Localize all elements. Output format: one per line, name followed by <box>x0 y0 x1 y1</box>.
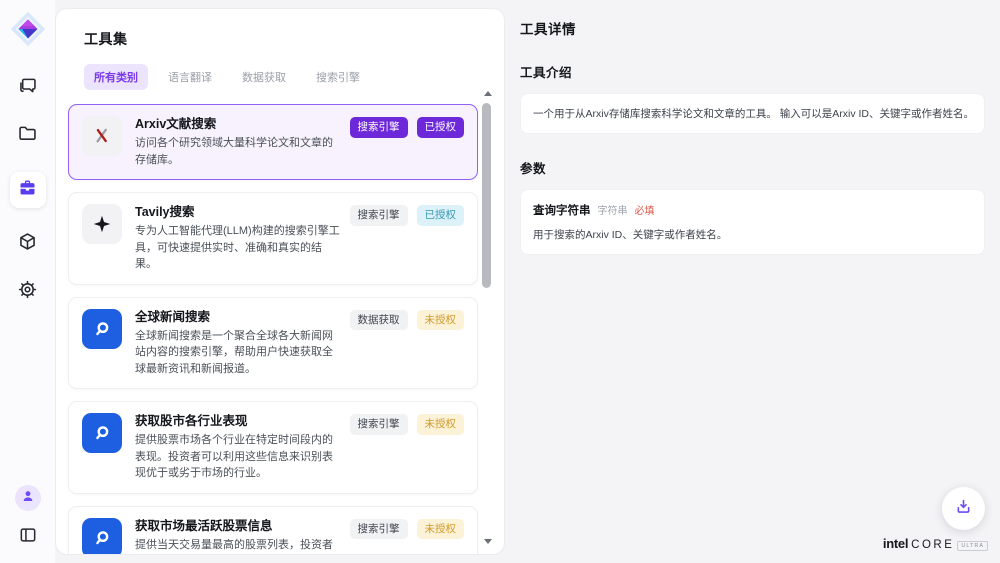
category-badge: 搜索引擎 <box>350 205 408 226</box>
app-logo-icon[interactable] <box>9 10 47 48</box>
sidebar-item-chat[interactable] <box>16 76 40 100</box>
folder-icon <box>17 123 38 149</box>
sidebar-item-tools[interactable] <box>10 172 46 208</box>
category-badge: 搜索引擎 <box>350 117 408 138</box>
sidebar-item-files[interactable] <box>16 124 40 148</box>
scroll-up-arrow-icon[interactable] <box>484 91 492 96</box>
tool-title: 获取股市各行业表现 <box>135 413 342 430</box>
tool-description: 提供当天交易量最高的股票列表，投资者可以利用这些信息来识别流动性强的股票和潜在的… <box>135 537 342 556</box>
tool-title: 全球新闻搜索 <box>135 309 342 326</box>
params-heading: 参数 <box>520 158 985 177</box>
download-button[interactable] <box>942 487 985 530</box>
user-icon <box>20 488 36 509</box>
tool-title: Arxiv文献搜索 <box>135 116 342 133</box>
sidebar-item-settings[interactable] <box>16 280 40 304</box>
account-avatar[interactable] <box>15 485 41 511</box>
auth-badge: 已授权 <box>417 205 465 226</box>
intro-text: 一个用于从Arxiv存储库搜索科学论文和文章的工具。 输入可以是Arxiv ID… <box>533 106 972 121</box>
intel-wordmark: intel <box>883 536 908 551</box>
scroll-down-arrow-icon[interactable] <box>484 539 492 544</box>
details-title: 工具详情 <box>520 18 985 38</box>
left-sidebar <box>0 0 55 563</box>
blue-search-icon <box>82 518 122 556</box>
param-description: 用于搜索的Arxiv ID、关键字或作者姓名。 <box>533 227 972 242</box>
category-badge: 搜索引擎 <box>350 519 408 540</box>
tool-card-active-stocks[interactable]: 获取市场最活跃股票信息 提供当天交易量最高的股票列表，投资者可以利用这些信息来识… <box>68 506 478 556</box>
chat-icon <box>17 75 38 101</box>
tavily-star-icon <box>82 204 122 244</box>
core-wordmark: core <box>911 539 954 551</box>
tool-card-tavily[interactable]: Tavily搜索 专为人工智能代理(LLM)构建的搜索引擎工具，可快速提供实时、… <box>68 192 478 285</box>
tool-list: Arxiv文献搜索 访问各个研究领域大量科学论文和文章的存储库。 搜索引擎 已授… <box>68 104 478 555</box>
ultra-badge: ultra <box>957 541 988 551</box>
param-card: 查询字符串 字符串 必填 用于搜索的Arxiv ID、关键字或作者姓名。 <box>520 189 985 255</box>
gear-icon <box>17 279 38 305</box>
auth-badge: 已授权 <box>417 117 465 138</box>
download-icon <box>954 497 973 521</box>
tab-data-fetch[interactable]: 数据获取 <box>232 64 296 90</box>
tool-card-arxiv[interactable]: Arxiv文献搜索 访问各个研究领域大量科学论文和文章的存储库。 搜索引擎 已授… <box>68 104 478 180</box>
tab-search-engine[interactable]: 搜索引擎 <box>306 64 370 90</box>
intro-heading: 工具介绍 <box>520 62 985 81</box>
sidebar-item-models[interactable] <box>16 232 40 256</box>
param-name: 查询字符串 <box>533 202 591 218</box>
category-tabs: 所有类别 语言翻译 数据获取 搜索引擎 <box>84 64 504 90</box>
cube-icon <box>17 231 38 257</box>
panel-layout-icon <box>18 525 38 550</box>
scrollbar-thumb[interactable] <box>482 103 491 288</box>
sidebar-toggle[interactable] <box>16 525 40 549</box>
arxiv-logo-icon <box>82 116 122 156</box>
auth-badge: 未授权 <box>417 310 465 331</box>
toolbox-icon <box>17 177 38 203</box>
list-scrollbar[interactable] <box>482 89 492 546</box>
intel-core-logo: intel core ultra <box>883 536 988 551</box>
category-badge: 数据获取 <box>350 310 408 331</box>
intro-card: 一个用于从Arxiv存储库搜索科学论文和文章的工具。 输入可以是Arxiv ID… <box>520 93 985 134</box>
category-badge: 搜索引擎 <box>350 414 408 435</box>
tool-description: 访问各个研究领域大量科学论文和文章的存储库。 <box>135 135 342 168</box>
param-type: 字符串 <box>598 202 628 217</box>
blue-search-icon <box>82 413 122 453</box>
tool-description: 全球新闻搜索是一个聚合全球各大新闻网站内容的搜索引擎，帮助用户快速获取全球最新资… <box>135 328 342 378</box>
auth-badge: 未授权 <box>417 414 465 435</box>
sidebar-nav <box>10 76 46 304</box>
tab-all-categories[interactable]: 所有类别 <box>84 64 148 90</box>
sidebar-footer <box>15 485 41 549</box>
tool-details-panel: 工具详情 工具介绍 一个用于从Arxiv存储库搜索科学论文和文章的工具。 输入可… <box>505 0 1000 563</box>
tool-title: Tavily搜索 <box>135 204 342 221</box>
tool-card-global-news[interactable]: 全球新闻搜索 全球新闻搜索是一个聚合全球各大新闻网站内容的搜索引擎，帮助用户快速… <box>68 297 478 390</box>
blue-search-icon <box>82 309 122 349</box>
param-required-badge: 必填 <box>635 202 655 217</box>
tool-card-sector-performance[interactable]: 获取股市各行业表现 提供股票市场各个行业在特定时间段内的表现。投资者可以利用这些… <box>68 401 478 494</box>
tool-description: 提供股票市场各个行业在特定时间段内的表现。投资者可以利用这些信息来识别表现优于或… <box>135 432 342 482</box>
auth-badge: 未授权 <box>417 519 465 540</box>
tab-translation[interactable]: 语言翻译 <box>158 64 222 90</box>
toolset-title: 工具集 <box>84 29 504 49</box>
toolset-panel: 工具集 所有类别 语言翻译 数据获取 搜索引擎 Arxiv文献搜索 访问各个研究… <box>55 8 505 555</box>
tool-description: 专为人工智能代理(LLM)构建的搜索引擎工具，可快速提供实时、准确和真实的结果。 <box>135 223 342 273</box>
tool-title: 获取市场最活跃股票信息 <box>135 518 342 535</box>
